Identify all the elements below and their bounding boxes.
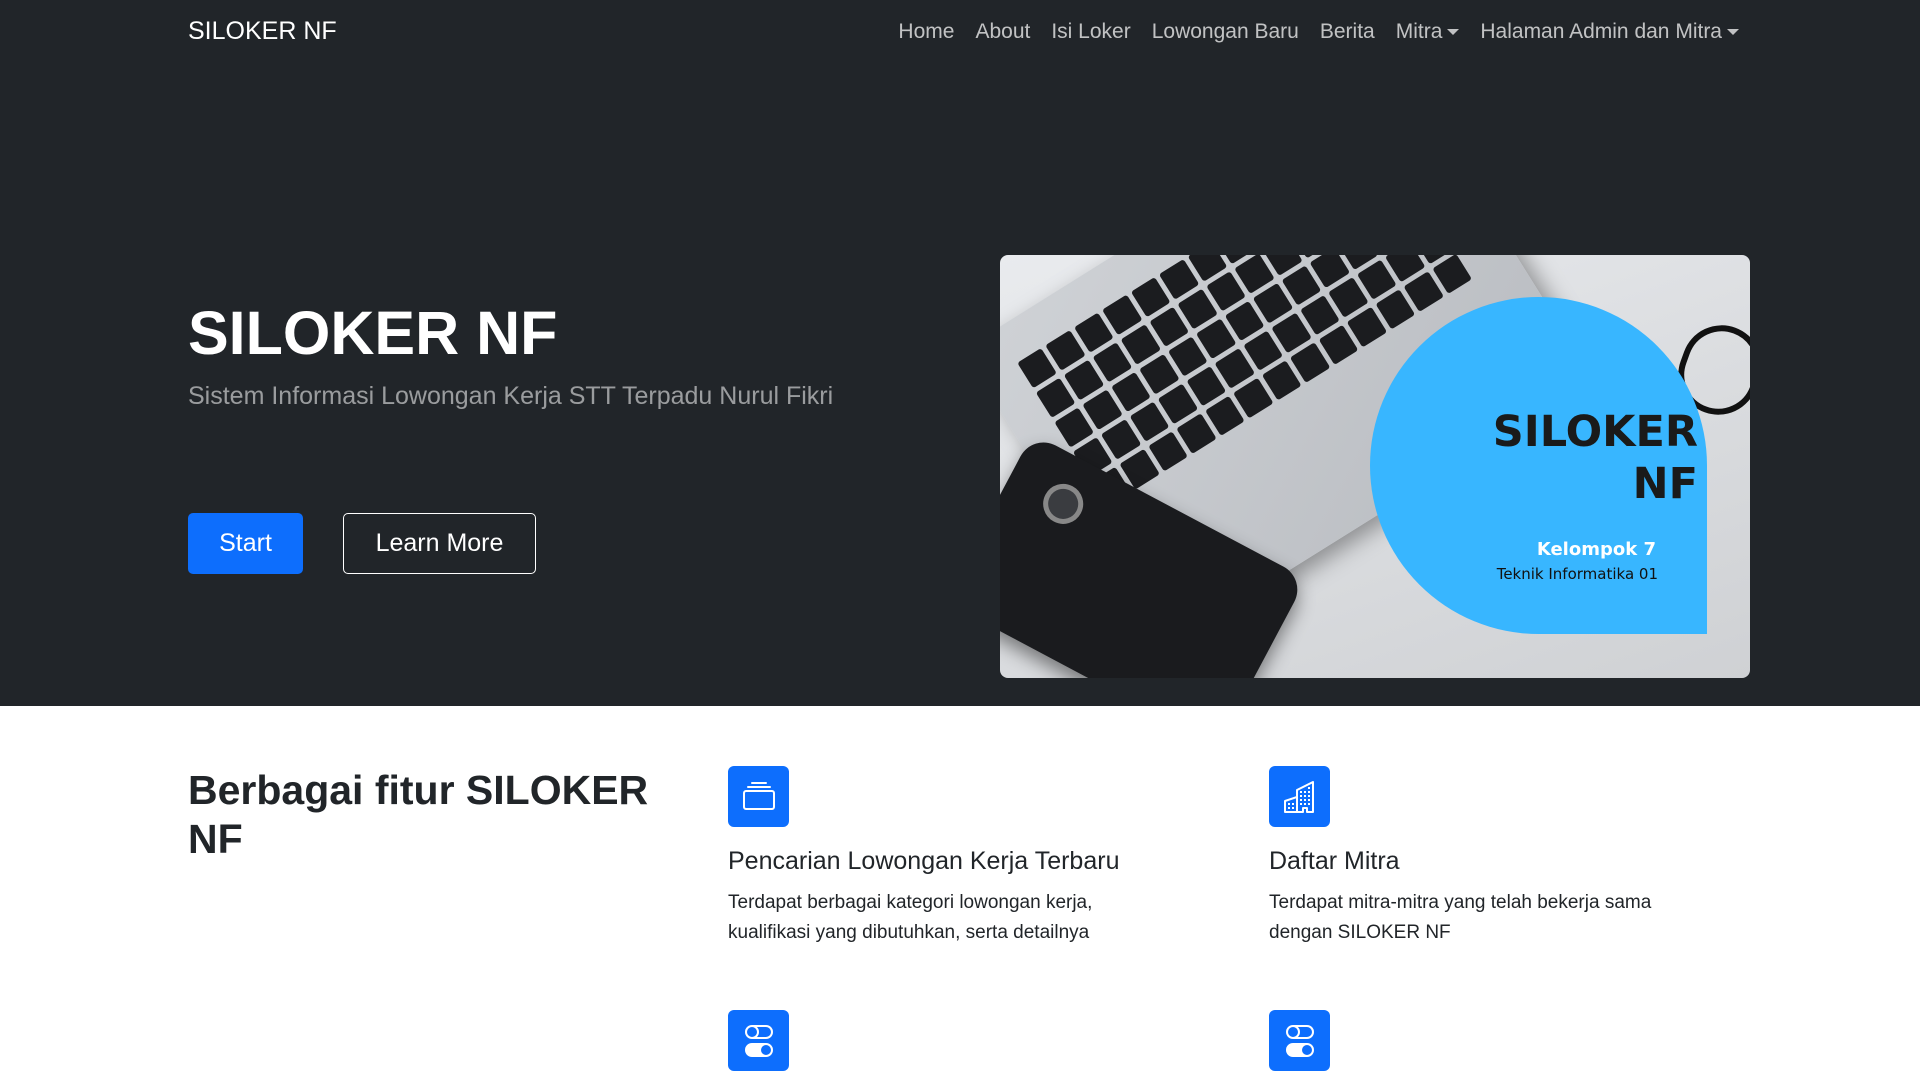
nav-link-about[interactable]: About <box>975 20 1030 44</box>
navbar-brand[interactable]: SILOKER NF <box>188 17 337 46</box>
image-group-label: Kelompok 7 <box>1536 539 1656 560</box>
feature-item <box>728 1010 1168 1071</box>
nav-dropdown-admin-mitra-label: Halaman Admin dan Mitra <box>1480 20 1722 43</box>
feature-description: Terdapat mitra-mitra yang telah bekerja … <box>1269 892 1652 943</box>
building-icon <box>1269 766 1330 827</box>
feature-item <box>1269 1010 1709 1071</box>
nav-link-home[interactable]: Home <box>898 20 954 44</box>
features-section: Berbagai fitur SILOKER NF Pencarian Lowo… <box>0 706 1920 1080</box>
navbar: SILOKER NF Home About Isi Loker Lowongan… <box>0 0 1920 66</box>
toggles-icon <box>1269 1010 1330 1071</box>
image-subtitle: Teknik Informatika 01 <box>1496 565 1658 583</box>
feature-item: Daftar Mitra Terdapat mitra-mitra yang t… <box>1269 766 1709 948</box>
feature-description: Terdapat berbagai kategori lowongan kerj… <box>728 892 1093 943</box>
feature-title: Pencarian Lowongan Kerja Terbaru <box>728 847 1120 875</box>
hero-section: SILOKER NF Sistem Informasi Lowongan Ker… <box>0 66 1920 706</box>
nav-dropdown-mitra[interactable]: Mitra <box>1396 20 1460 44</box>
nav-dropdown-admin-mitra[interactable]: Halaman Admin dan Mitra <box>1480 20 1739 44</box>
nav-link-berita[interactable]: Berita <box>1320 20 1375 44</box>
collection-icon <box>728 766 789 827</box>
caret-down-icon <box>1727 29 1739 35</box>
nav-links: Home About Isi Loker Lowongan Baru Berit… <box>898 20 1739 44</box>
image-title: SILOKER NF <box>1492 407 1698 509</box>
nav-link-lowongan-baru[interactable]: Lowongan Baru <box>1152 20 1299 44</box>
toggles-icon <box>728 1010 789 1071</box>
hero-subtitle: Sistem Informasi Lowongan Kerja STT Terp… <box>188 382 834 410</box>
camera-icon <box>1036 476 1091 531</box>
nav-link-isi-loker[interactable]: Isi Loker <box>1051 20 1130 44</box>
learn-more-button[interactable]: Learn More <box>343 513 536 574</box>
hero-image: SILOKER NF Kelompok 7 Teknik Informatika… <box>1000 255 1750 678</box>
caret-down-icon <box>1447 29 1460 35</box>
feature-item: Pencarian Lowongan Kerja Terbaru Terdapa… <box>728 766 1168 948</box>
features-title: Berbagai fitur SILOKER NF <box>188 767 649 863</box>
nav-dropdown-mitra-label: Mitra <box>1395 20 1443 43</box>
hero-title: SILOKER NF <box>188 299 558 367</box>
feature-title: Daftar Mitra <box>1269 847 1400 875</box>
start-button[interactable]: Start <box>188 513 303 574</box>
